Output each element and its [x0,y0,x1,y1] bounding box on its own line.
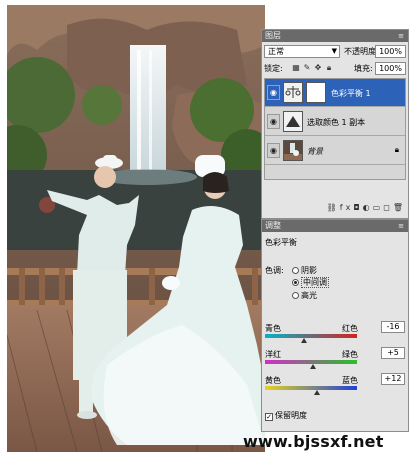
radio-label: 阴影 [301,266,317,275]
color-balance-title: 色彩平衡 [265,238,297,247]
adjustments-panel: 调整 ≡ 色彩平衡 色调: 阴影 中间调 高光 青色 红色 -16 洋红 绿色 … [261,219,409,432]
layers-panel-title: 图层 [265,31,281,40]
blend-mode-value: 正常 [268,47,284,56]
adjustments-panel-title: 调整 [265,221,281,230]
photo-canvas [7,5,265,452]
lock-paint-icon[interactable]: ✎ [303,63,311,72]
layer-name: 背景 [307,147,323,156]
slider-right-label: 蓝色 [342,376,358,385]
radio-dot [292,292,299,299]
preserve-luminosity-label: 保留明度 [275,411,307,420]
screenshot: 图层 ≡ 正常 ▼ 不透明度: 100% 锁定: ▦ ✎ ✥ 🔒︎ 填充: 10… [0,0,414,460]
panel-menu-icon[interactable]: ≡ [398,220,405,232]
layers-panel-titlebar[interactable]: 图层 ≡ [262,30,408,42]
wedding-photo [7,5,265,452]
chevron-down-icon: ▼ [331,47,337,55]
tone-label: 色调: [265,266,284,275]
radio-highlights[interactable]: 高光 [292,290,317,301]
slider-knob[interactable] [300,338,307,343]
fill-label: 填充: [354,64,373,73]
opacity-input[interactable]: 100% [375,45,406,58]
slider-right-label: 绿色 [342,350,358,359]
radio-dot [292,279,299,286]
layer-mask-thumbnail[interactable] [306,82,326,103]
radio-dot [292,267,299,274]
radio-shadows[interactable]: 阴影 [292,265,317,276]
opacity-label: 不透明度: [344,47,379,56]
preserve-luminosity-checkbox[interactable]: ✓ 保留明度 [265,410,307,421]
background-thumbnail [283,140,303,161]
blend-row: 正常 ▼ 不透明度: 100% [264,45,406,59]
layers-panel: 图层 ≡ 正常 ▼ 不透明度: 100% 锁定: ▦ ✎ ✥ 🔒︎ 填充: 10… [261,29,409,219]
radio-midtones[interactable]: 中间调 [292,277,329,288]
trash-icon[interactable]: 🗑︎ [393,203,406,212]
fill-input[interactable]: 100% [375,62,406,75]
watermark: www.bjssxf.net [243,432,384,451]
slider-value-input[interactable]: -16 [381,321,405,333]
adjustment-layer-icon [283,111,303,132]
new-group-icon[interactable]: ▭ [373,203,384,212]
layer-list: ◉ 色彩平衡 1 ◉ 选取颜色 1 副本 ◉ 背景 🔒︎ [264,78,406,180]
eye-icon[interactable]: ◉ [267,85,280,100]
slider-right-label: 红色 [342,324,358,333]
slider-value-input[interactable]: +12 [381,373,405,385]
slider-left-label: 青色 [265,324,281,333]
slider-track[interactable] [265,386,357,390]
slider-left-label: 洋红 [265,350,281,359]
eye-icon[interactable]: ◉ [267,114,280,129]
slider-yellow-blue[interactable]: 黄色 蓝色 +12 [265,373,405,403]
new-layer-icon[interactable]: ◻ [383,203,393,212]
checkbox-checked-icon: ✓ [265,413,273,421]
lock-row: 锁定: ▦ ✎ ✥ 🔒︎ 填充: 100% [264,62,406,75]
layer-name: 色彩平衡 1 [331,89,371,98]
layer-name: 选取颜色 1 副本 [307,118,366,127]
slider-track[interactable] [265,334,357,338]
eye-icon[interactable]: ◉ [267,143,280,158]
slider-knob[interactable] [310,364,317,369]
lock-label: 锁定: [264,64,283,73]
slider-knob[interactable] [313,390,320,395]
radio-label: 中间调 [301,277,329,288]
lock-position-icon[interactable]: ✥ [314,63,322,72]
adjustments-panel-titlebar[interactable]: 调整 ≡ [262,220,408,232]
add-mask-icon[interactable]: ◘ [353,203,362,212]
layer-row-selective-color-copy[interactable]: ◉ 选取颜色 1 副本 [265,108,405,136]
panel-menu-icon[interactable]: ≡ [398,30,405,42]
adjustment-layer-icon [283,82,303,103]
layer-row-background[interactable]: ◉ 背景 🔒︎ [265,137,405,165]
slider-value-input[interactable]: +5 [381,347,405,359]
radio-label: 高光 [301,291,317,300]
lock-icon: 🔒︎ [394,145,399,154]
fx-icon[interactable]: fx [340,203,354,212]
blend-mode-select[interactable]: 正常 ▼ [264,45,340,58]
link-layers-icon[interactable]: ⛓ [327,203,340,212]
layers-footer-toolbar: ⛓fx◘◐▭◻🗑︎ [264,203,406,215]
new-adjustment-icon[interactable]: ◐ [363,203,373,212]
slider-left-label: 黄色 [265,376,281,385]
lock-transparency-icon[interactable]: ▦ [292,63,300,72]
lock-all-icon[interactable]: 🔒︎ [325,63,333,72]
layer-row-color-balance[interactable]: ◉ 色彩平衡 1 [265,79,405,107]
